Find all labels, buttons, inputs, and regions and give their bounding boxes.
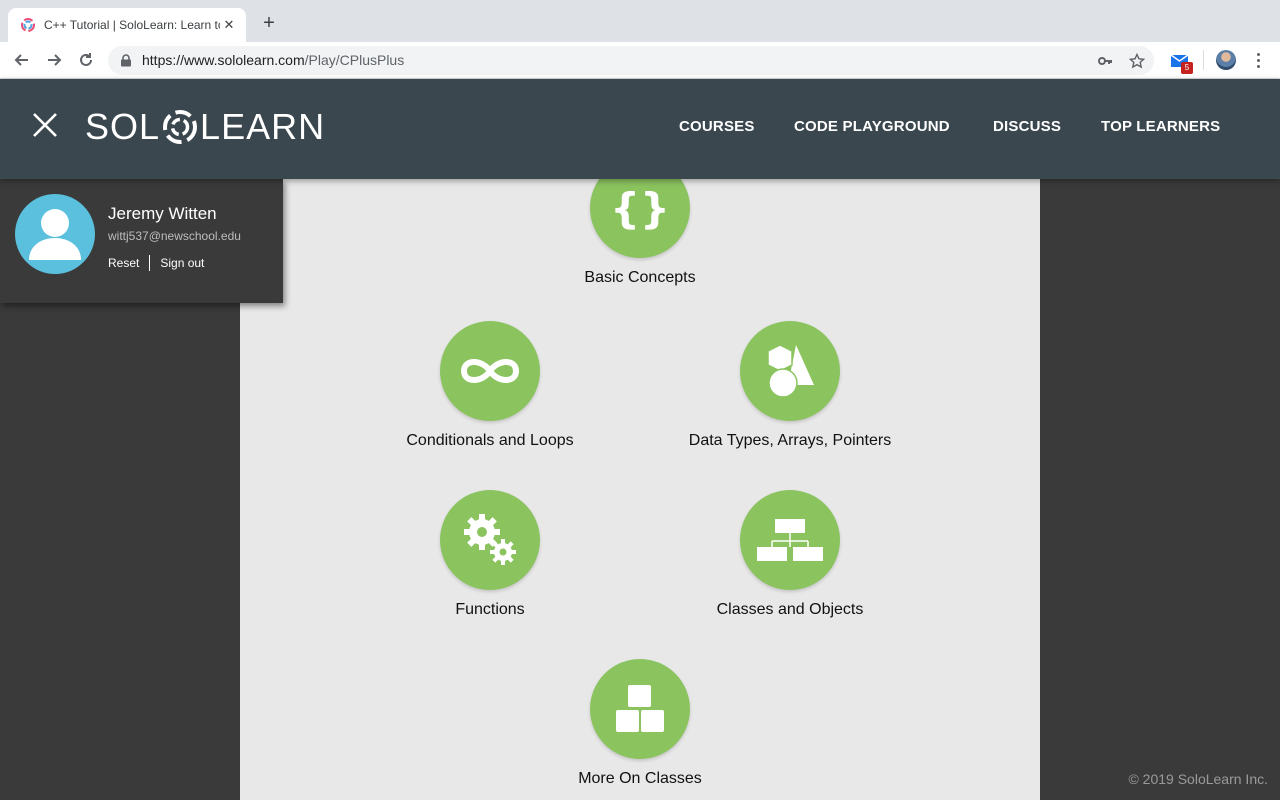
back-icon[interactable] — [10, 49, 34, 71]
gears-icon — [464, 514, 516, 565]
copyright-text: © 2019 SoloLearn Inc. — [1128, 771, 1268, 787]
module-label: More On Classes — [578, 770, 702, 787]
mail-count-badge: 5 — [1181, 62, 1193, 74]
nav-top-learners[interactable]: TOP LEARNERS — [1101, 117, 1220, 137]
browser-menu-icon[interactable] — [1250, 50, 1266, 70]
forward-icon[interactable] — [42, 49, 66, 71]
url-text: https://www.sololearn.com/Play/CPlusPlus — [142, 52, 404, 69]
infinity-icon — [460, 359, 520, 383]
sololearn-favicon-icon — [21, 18, 35, 32]
module-classes-and-objects[interactable]: Classes and Objects — [670, 490, 910, 619]
module-badge[interactable]: {} — [590, 179, 690, 258]
address-bar[interactable]: https://www.sololearn.com/Play/CPlusPlus — [108, 46, 1154, 75]
close-menu-icon[interactable] — [32, 112, 58, 138]
nav-courses[interactable]: COURSES — [679, 117, 755, 137]
module-label: Basic Concepts — [584, 269, 696, 286]
shapes-icon — [767, 344, 814, 398]
module-label: Functions — [455, 601, 525, 618]
sololearn-logo[interactable]: SOL LEARN — [85, 107, 325, 147]
sign-out-link[interactable]: Sign out — [160, 255, 204, 271]
hierarchy-icon — [757, 519, 823, 561]
right-margin — [1040, 179, 1280, 800]
profile-avatar-icon[interactable] — [1216, 50, 1236, 70]
svg-text:{}: {} — [610, 184, 670, 233]
url-path: /Play/CPlusPlus — [304, 52, 405, 68]
module-label: Data Types, Arrays, Pointers — [688, 432, 892, 449]
module-data-types-arrays-pointers[interactable]: Data Types, Arrays, Pointers — [670, 321, 910, 450]
logo-text-left: SOL — [85, 106, 161, 147]
nav-discuss[interactable]: DISCUSS — [993, 117, 1061, 137]
toolbar-divider — [1203, 50, 1204, 70]
module-basic-concepts[interactable]: {} Basic Concepts — [520, 179, 760, 287]
reset-link[interactable]: Reset — [108, 255, 139, 271]
module-badge[interactable] — [440, 490, 540, 590]
tab-title: C++ Tutorial | SoloLearn: Learn to code — [44, 18, 220, 32]
browser-tab[interactable]: C++ Tutorial | SoloLearn: Learn to code … — [8, 8, 246, 42]
user-actions: Reset Sign out — [108, 255, 204, 271]
module-badge[interactable] — [440, 321, 540, 421]
new-tab-button[interactable]: + — [258, 12, 280, 34]
tab-close-icon[interactable]: ✕ — [220, 16, 238, 34]
user-silhouette-icon — [29, 209, 81, 260]
bookmark-star-icon[interactable] — [1128, 52, 1146, 70]
logo-swirl-icon — [163, 110, 198, 144]
user-panel: Jeremy Witten wittj537@newschool.edu Res… — [0, 179, 283, 303]
browser-tab-bar: C++ Tutorial | SoloLearn: Learn to code … — [0, 0, 1280, 42]
avatar[interactable] — [15, 194, 95, 274]
module-label: Classes and Objects — [716, 601, 864, 618]
module-label: Conditionals and Loops — [406, 432, 574, 449]
lock-icon — [121, 54, 131, 67]
module-more-on-classes[interactable]: More On Classes — [520, 659, 760, 788]
user-name: Jeremy Witten — [108, 204, 217, 223]
nav-code-playground[interactable]: CODE PLAYGROUND — [794, 117, 950, 137]
module-functions[interactable]: Functions — [370, 490, 610, 619]
course-map: {} Basic Concepts Conditionals and Loops… — [240, 179, 1040, 800]
module-conditionals-and-loops[interactable]: Conditionals and Loops — [370, 321, 610, 450]
url-host: https://www.sololearn.com — [142, 52, 305, 68]
module-badge[interactable] — [740, 490, 840, 590]
module-badge[interactable] — [590, 659, 690, 759]
blocks-icon — [616, 685, 664, 732]
module-badge[interactable] — [740, 321, 840, 421]
key-icon[interactable] — [1096, 52, 1114, 70]
browser-toolbar: https://www.sololearn.com/Play/CPlusPlus — [0, 42, 1280, 79]
braces-icon: {} — [610, 184, 670, 233]
user-email: wittj537@newschool.edu — [108, 229, 241, 243]
reload-icon[interactable] — [74, 49, 98, 71]
site-header: SOL LEARN COURSES CODE PLAYGROUND DISCUS… — [0, 79, 1280, 179]
logo-text-right: LEARN — [200, 106, 326, 147]
link-separator — [149, 255, 151, 271]
